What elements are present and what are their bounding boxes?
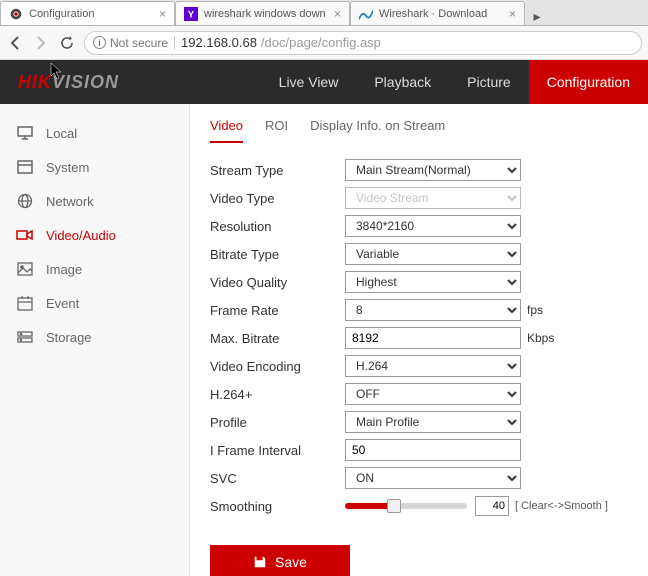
yahoo-icon: Y [184,7,198,21]
sidebar-item-network[interactable]: Network [0,184,189,218]
smoothing-slider[interactable] [345,503,467,509]
video-type-label: Video Type [210,191,345,206]
video-encoding-select[interactable]: H.264 [345,355,521,377]
address-bar[interactable]: i Not secure 192.168.0.68/doc/page/confi… [84,31,642,55]
browser-tab-3[interactable]: Wireshark · Download × [350,1,525,25]
app-header: HIKVISION Live View Playback Picture Con… [0,60,648,104]
sidebar-item-label: Storage [46,330,92,345]
browser-tab-1[interactable]: Configuration × [0,1,175,25]
camera-icon [9,7,23,21]
profile-label: Profile [210,415,345,430]
nav-live-view[interactable]: Live View [261,60,357,104]
nav-picture[interactable]: Picture [449,60,529,104]
monitor-icon [16,124,34,142]
h264-plus-label: H.264+ [210,387,345,402]
nav-playback[interactable]: Playback [356,60,449,104]
calendar-icon [16,294,34,312]
stream-type-label: Stream Type [210,163,345,178]
max-bitrate-label: Max. Bitrate [210,331,345,346]
smoothing-value-input[interactable] [475,496,509,516]
bitrate-type-label: Bitrate Type [210,247,345,262]
video-encoding-label: Video Encoding [210,359,345,374]
svc-label: SVC [210,471,345,486]
i-frame-interval-input[interactable] [345,439,521,461]
i-frame-interval-label: I Frame Interval [210,443,345,458]
save-icon [253,555,267,569]
browser-tab-1-label: Configuration [29,8,94,20]
info-icon: i [93,36,106,49]
video-quality-label: Video Quality [210,275,345,290]
save-button[interactable]: Save [210,545,350,576]
sidebar-item-label: Network [46,194,94,209]
browser-tab-3-label: Wireshark · Download [379,8,487,20]
nav-configuration[interactable]: Configuration [529,60,648,104]
sidebar-item-label: Image [46,262,82,277]
window-icon [16,158,34,176]
resolution-label: Resolution [210,219,345,234]
globe-icon [16,192,34,210]
sidebar: Local System Network Video/Audio Image E… [0,104,190,576]
url-host: 192.168.0.68 [181,35,257,50]
svc-select[interactable]: ON [345,467,521,489]
sidebar-item-image[interactable]: Image [0,252,189,286]
sub-tabs: Video ROI Display Info. on Stream [210,118,648,143]
brand-logo: HIKVISION [0,72,119,93]
frame-rate-unit: fps [527,303,543,317]
profile-select[interactable]: Main Profile [345,411,521,433]
content-panel: Video ROI Display Info. on Stream Stream… [190,104,648,576]
frame-rate-label: Frame Rate [210,303,345,318]
slider-thumb[interactable] [387,499,401,513]
h264-plus-select[interactable]: OFF [345,383,521,405]
browser-tab-2-label: wireshark windows down [204,8,326,20]
storage-icon [16,328,34,346]
back-button[interactable] [6,34,24,52]
svg-text:Y: Y [188,9,195,20]
smoothing-hint: [ Clear<->Smooth ] [515,500,608,512]
max-bitrate-unit: Kbps [527,331,554,345]
sidebar-item-label: Local [46,126,77,141]
new-tab-button[interactable]: ▸ [525,8,549,25]
video-type-select: Video Stream [345,187,521,209]
sidebar-item-label: Event [46,296,79,311]
image-icon [16,260,34,278]
subtab-display-info[interactable]: Display Info. on Stream [310,118,445,143]
video-settings-form: Stream Type Main Stream(Normal) Video Ty… [210,157,648,576]
resolution-select[interactable]: 3840*2160 [345,215,521,237]
video-quality-select[interactable]: Highest [345,271,521,293]
logo-red: HIK [18,72,52,92]
subtab-roi[interactable]: ROI [265,118,288,143]
logo-grey: VISION [52,72,119,92]
sidebar-item-storage[interactable]: Storage [0,320,189,354]
subtab-video[interactable]: Video [210,118,243,143]
save-button-label: Save [275,554,307,570]
close-icon[interactable]: × [509,7,516,21]
wireshark-icon [359,7,373,21]
browser-tab-strip: Configuration × Y wireshark windows down… [0,0,648,26]
smoothing-label: Smoothing [210,499,345,514]
browser-toolbar: i Not secure 192.168.0.68/doc/page/confi… [0,26,648,60]
not-secure-label: Not secure [110,36,175,50]
sidebar-item-system[interactable]: System [0,150,189,184]
top-nav: Live View Playback Picture Configuration [261,60,648,104]
close-icon[interactable]: × [334,7,341,21]
sidebar-item-label: Video/Audio [46,228,116,243]
close-icon[interactable]: × [159,7,166,21]
stream-type-select[interactable]: Main Stream(Normal) [345,159,521,181]
forward-button[interactable] [32,34,50,52]
video-icon [16,226,34,244]
sidebar-item-event[interactable]: Event [0,286,189,320]
url-path: /doc/page/config.asp [261,35,381,50]
browser-tab-2[interactable]: Y wireshark windows down × [175,1,350,25]
sidebar-item-label: System [46,160,89,175]
sidebar-item-local[interactable]: Local [0,116,189,150]
bitrate-type-select[interactable]: Variable [345,243,521,265]
reload-button[interactable] [58,34,76,52]
frame-rate-select[interactable]: 8 [345,299,521,321]
sidebar-item-video-audio[interactable]: Video/Audio [0,218,189,252]
max-bitrate-input[interactable] [345,327,521,349]
